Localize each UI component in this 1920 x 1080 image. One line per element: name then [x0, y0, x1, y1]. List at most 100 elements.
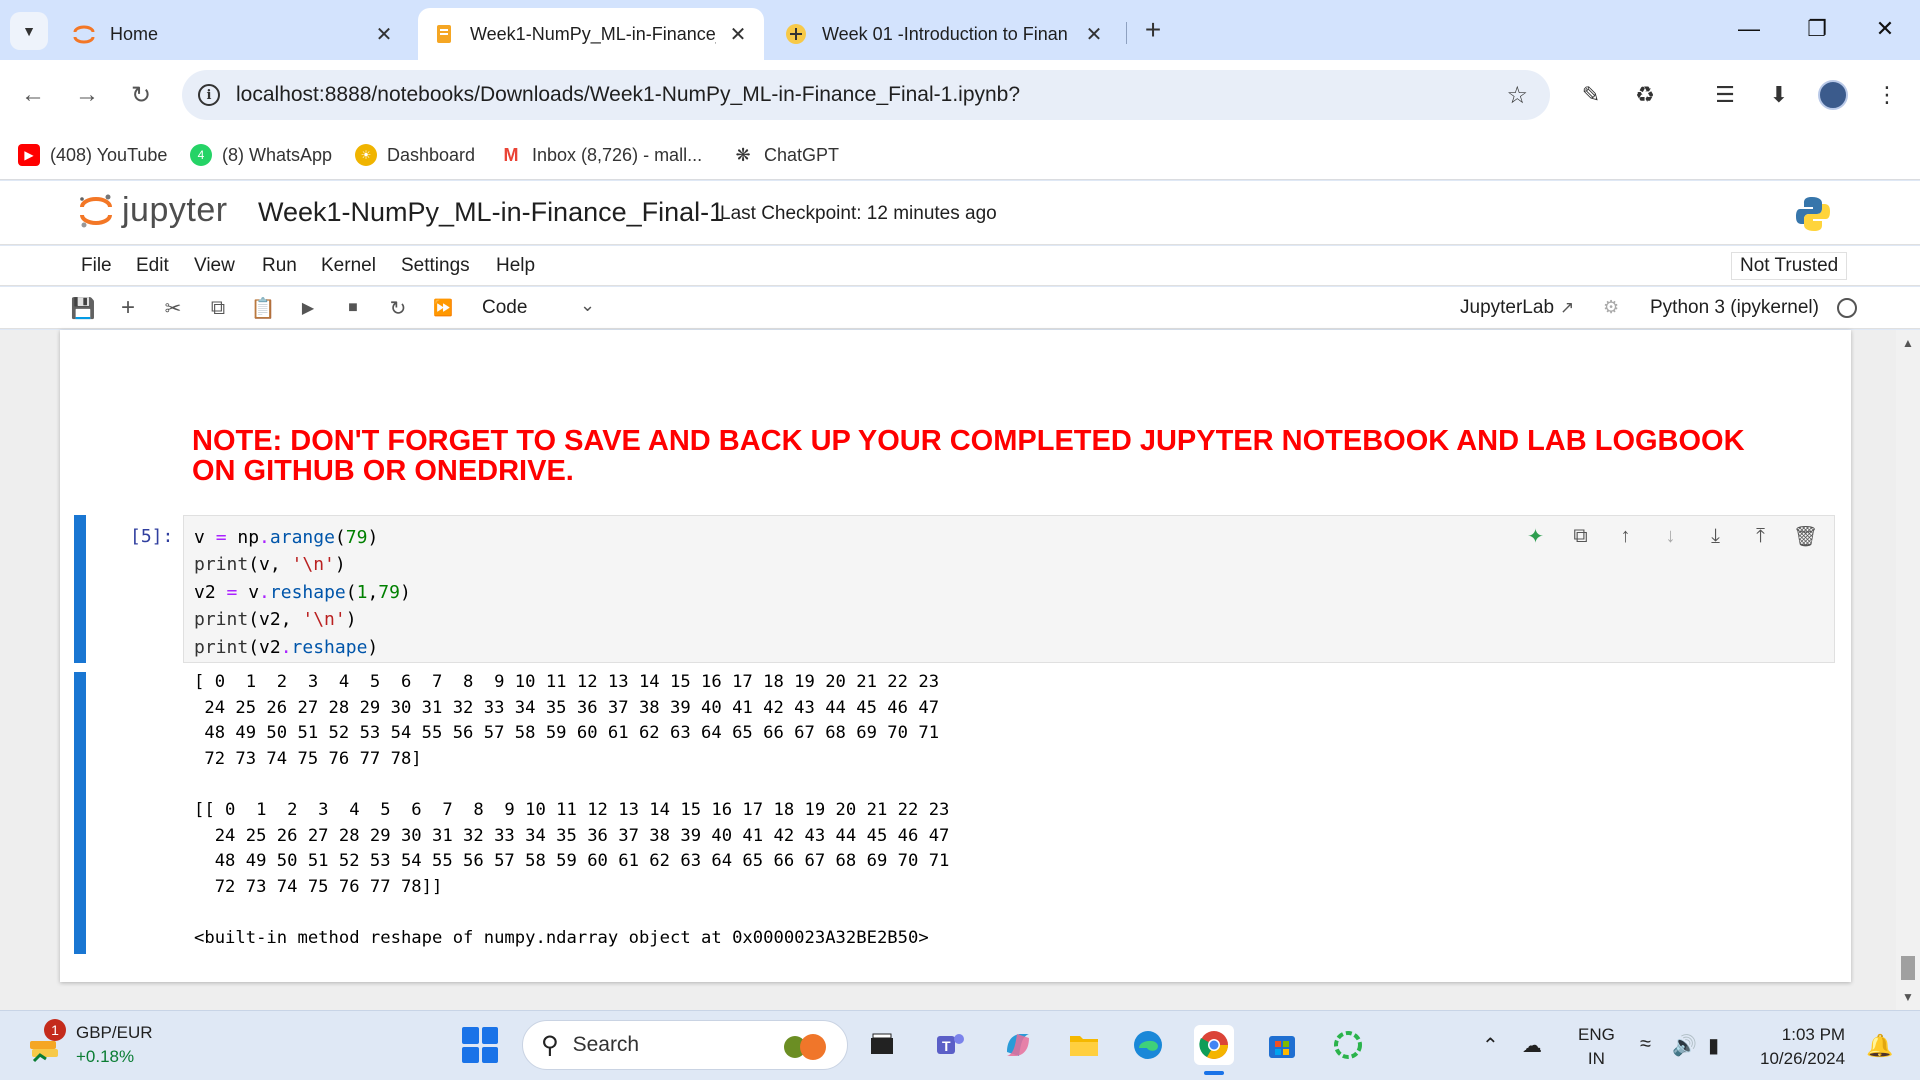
chrome-icon[interactable] [1194, 1025, 1234, 1075]
menu-file[interactable]: File [81, 255, 112, 277]
jupyter-logo[interactable]: jupyter [78, 191, 228, 230]
chevron-down-icon[interactable]: ⌄ [580, 295, 595, 316]
run-icon[interactable]: ▶ [295, 295, 321, 321]
clock-date: 10/26/2024 [1760, 1049, 1846, 1068]
reload-button[interactable]: ↻ [124, 78, 158, 112]
folder-icon[interactable] [1064, 1025, 1104, 1065]
insert-below-icon[interactable]: ⤒ [1748, 524, 1773, 549]
pen-icon[interactable]: ✎ [1574, 78, 1608, 112]
output-line: 48 49 50 51 52 53 54 55 56 57 58 59 60 6… [194, 851, 950, 872]
language-indicator[interactable]: ENG IN [1578, 1023, 1615, 1071]
vertical-scrollbar[interactable]: ▲ ▼ [1896, 330, 1920, 1010]
insert-above-icon[interactable]: ⤓ [1703, 524, 1728, 549]
bookmark-chatgpt[interactable]: ❋ ChatGPT [732, 140, 839, 170]
loading-icon[interactable] [1328, 1025, 1368, 1065]
sparkle-icon[interactable]: ✦ [1523, 524, 1548, 549]
jupyter-menubar: File Edit View Run Kernel Settings Help … [0, 246, 1920, 286]
copilot-icon[interactable] [998, 1025, 1038, 1065]
cloud-off-icon[interactable]: ☁ [1522, 1033, 1542, 1058]
menu-settings[interactable]: Settings [401, 255, 470, 277]
lang-top: ENG [1578, 1025, 1615, 1044]
checkpoint-status: Last Checkpoint: 12 minutes ago [720, 203, 997, 224]
bookmark-dashboard[interactable]: ☀ Dashboard [355, 140, 475, 170]
restore-button[interactable]: ❐ [1802, 14, 1832, 44]
close-icon[interactable]: ✕ [1082, 22, 1106, 47]
media-icon[interactable]: ☰ [1708, 78, 1742, 112]
battery-icon[interactable]: ▮ [1708, 1033, 1719, 1058]
tab-title: Home [110, 23, 159, 44]
bookmark-gmail[interactable]: M Inbox (8,726) - mall... [500, 140, 703, 170]
close-icon[interactable]: ✕ [726, 22, 750, 47]
copy-icon[interactable]: ⧉ [205, 295, 231, 321]
jupyterlab-link[interactable]: JupyterLab ↗ [1460, 297, 1574, 319]
close-icon[interactable]: ✕ [372, 22, 396, 47]
tab-notebook[interactable]: Week1-NumPy_ML-in-Finance_ ✕ [418, 8, 764, 60]
info-icon[interactable]: i [198, 84, 220, 106]
bell-icon[interactable]: 🔔 [1866, 1033, 1893, 1059]
minimize-button[interactable]: — [1734, 14, 1764, 44]
debugger-icon[interactable]: ⚙ [1603, 297, 1619, 318]
add-cell-icon[interactable]: + [115, 294, 141, 321]
kernel-name[interactable]: Python 3 (ipykernel) [1650, 297, 1819, 319]
notebook-title[interactable]: Week1-NumPy_ML-in-Finance_Final-1 [258, 197, 724, 228]
tab-home[interactable]: Home ✕ [58, 8, 410, 60]
clock[interactable]: 1:03 PM 10/26/2024 [1760, 1023, 1845, 1071]
back-button[interactable]: ← [16, 78, 50, 112]
wifi-icon[interactable]: ≈ [1640, 1033, 1651, 1056]
delete-icon[interactable]: 🗑 [1793, 524, 1818, 549]
whatsapp-icon: 4 [190, 144, 212, 166]
menu-run[interactable]: Run [262, 255, 297, 277]
menu-help[interactable]: Help [496, 255, 535, 277]
taskbar-search[interactable]: ⚲ Search [522, 1020, 848, 1070]
close-window-button[interactable]: ✕ [1870, 14, 1900, 44]
arrow-down-icon[interactable]: ↓ [1658, 524, 1683, 549]
code-editor[interactable]: v = np.arange(79) print(v, '\n') v2 = v.re… [194, 524, 411, 661]
duplicate-icon[interactable]: ⧉ [1568, 524, 1593, 549]
scrollbar-thumb[interactable] [1901, 956, 1915, 980]
browser-tabstrip: ▼ Home ✕ Week1-NumPy_ML-in-Finance_ ✕ We… [0, 0, 1920, 60]
teams-icon[interactable]: T [930, 1025, 970, 1065]
store-icon[interactable] [1262, 1025, 1302, 1065]
menu-edit[interactable]: Edit [136, 255, 169, 277]
start-button[interactable] [462, 1027, 498, 1063]
output-collapser[interactable] [74, 672, 86, 954]
save-icon[interactable]: 💾 [70, 295, 96, 321]
forward-button[interactable]: → [70, 78, 104, 112]
notebook-icon [432, 22, 456, 46]
menu-kebab-icon[interactable]: ⋮ [1870, 78, 1904, 112]
scroll-up-icon[interactable]: ▲ [1902, 336, 1914, 350]
star-icon[interactable]: ☆ [1506, 81, 1528, 110]
extensions-icon[interactable]: ♻ [1628, 78, 1662, 112]
menu-kernel[interactable]: Kernel [321, 255, 376, 277]
stop-icon[interactable]: ■ [340, 295, 366, 321]
output-line: 72 73 74 75 76 77 78] [194, 748, 422, 769]
tab-search-button[interactable]: ▼ [10, 12, 48, 50]
menu-view[interactable]: View [194, 255, 235, 277]
avatar[interactable] [1818, 80, 1848, 110]
new-tab-button[interactable]: + [1138, 14, 1168, 46]
tab-course[interactable]: Week 01 -Introduction to Finan ✕ [770, 8, 1120, 60]
edge-icon[interactable] [1128, 1025, 1168, 1065]
cell-type-select[interactable]: Code [482, 297, 527, 319]
scroll-down-icon[interactable]: ▼ [1902, 990, 1914, 1004]
paste-icon[interactable]: 📋 [250, 295, 276, 321]
tab-title: Week1-NumPy_ML-in-Finance_ [470, 23, 716, 44]
stock-widget[interactable]: 1 GBP/EUR +0.18% [26, 1019, 153, 1069]
file-explorer-icon[interactable] [862, 1025, 902, 1065]
arrow-up-icon[interactable]: ↑ [1613, 524, 1638, 549]
fast-forward-icon[interactable]: ⏩ [430, 295, 456, 321]
svg-text:T: T [942, 1038, 951, 1054]
restart-icon[interactable]: ↻ [385, 295, 411, 321]
active-cell-indicator[interactable] [74, 515, 86, 663]
code-cell-input[interactable]: v = np.arange(79) print(v, '\n') v2 = v.re… [183, 515, 1835, 663]
download-icon[interactable]: ⬇ [1762, 78, 1796, 112]
chevron-up-icon[interactable]: ⌃ [1482, 1033, 1499, 1058]
url-text[interactable]: localhost:8888/notebooks/Downloads/Week1… [236, 83, 1020, 107]
bookmark-whatsapp[interactable]: 4 (8) WhatsApp [190, 140, 332, 170]
volume-icon[interactable]: 🔊 [1672, 1033, 1697, 1058]
bookmark-youtube[interactable]: ▶ (408) YouTube [18, 140, 167, 170]
trust-indicator[interactable]: Not Trusted [1731, 252, 1848, 280]
notebook-toolbar: 💾 + ✂ ⧉ 📋 ▶ ■ ↻ ⏩ Code ⌄ JupyterLab ↗ ⚙ … [0, 287, 1920, 329]
address-bar[interactable]: i localhost:8888/notebooks/Downloads/Wee… [182, 70, 1550, 120]
cut-icon[interactable]: ✂ [160, 295, 186, 321]
